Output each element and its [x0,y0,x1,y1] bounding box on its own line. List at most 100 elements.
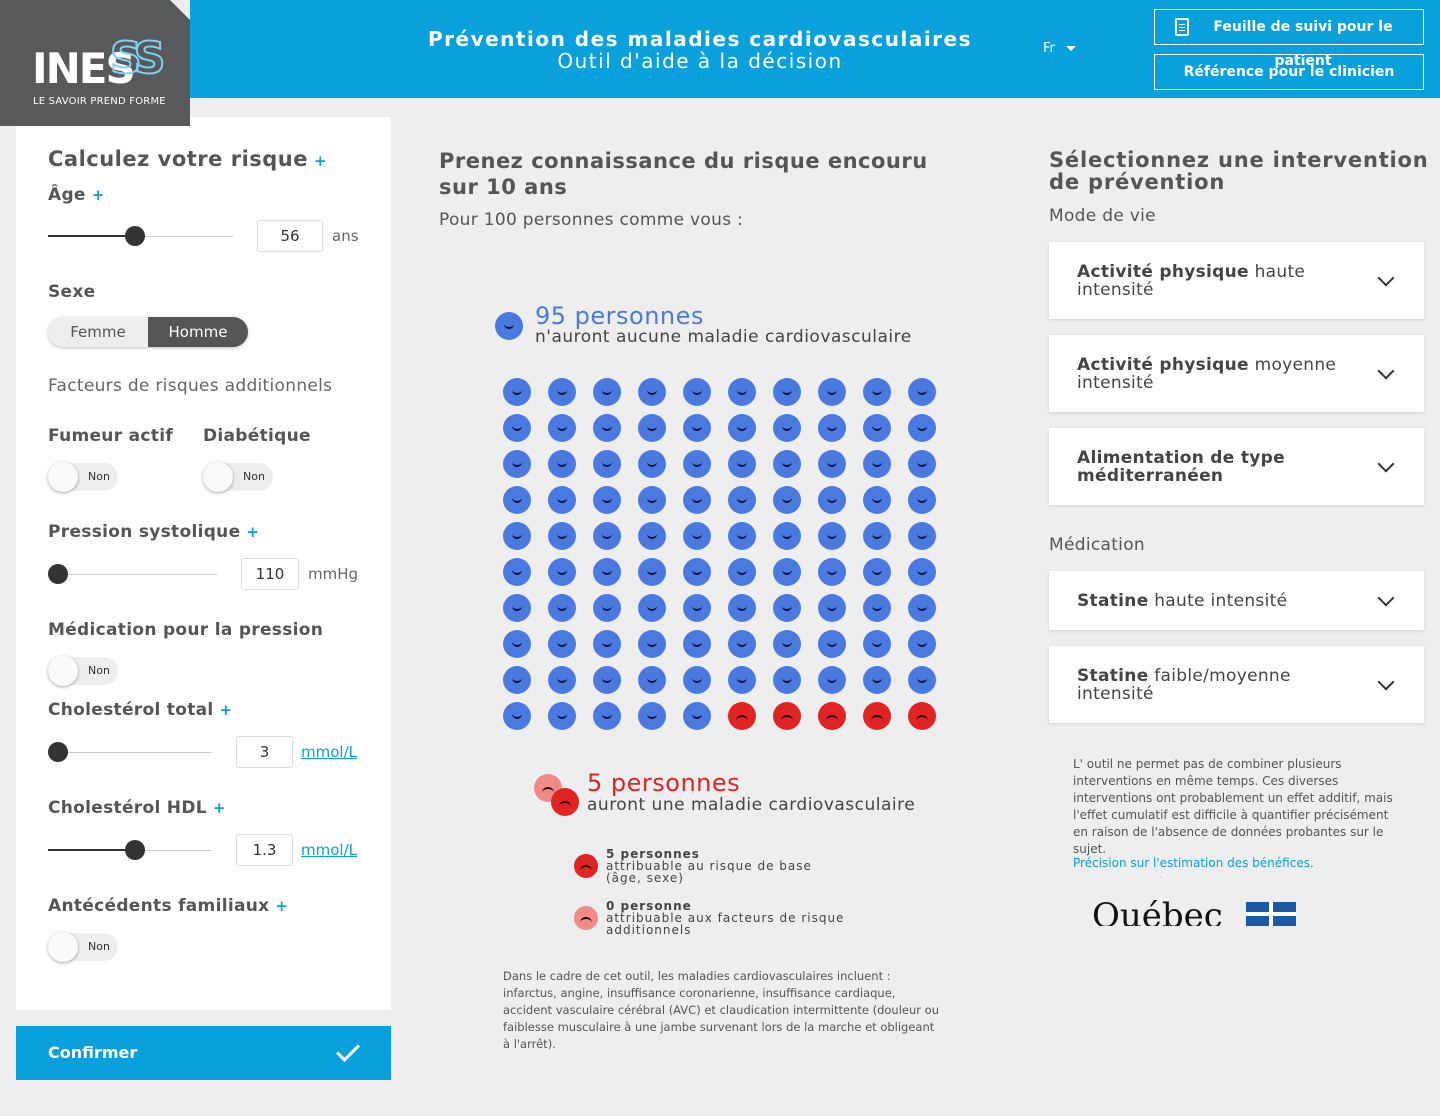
family-history-toggle[interactable]: Non [48,932,118,962]
age-slider-handle[interactable] [125,226,145,246]
person-healthy [818,486,846,514]
logo-ss: SS [109,32,166,85]
info-plus-icon[interactable]: + [246,523,259,541]
intervention-card-high-activity[interactable]: Activité physique haute intensité [1049,242,1424,319]
person-healthy [548,486,576,514]
info-plus-icon[interactable]: + [314,152,327,170]
person-healthy [503,558,531,586]
chevron-down-icon[interactable] [1377,673,1395,691]
person-healthy [503,450,531,478]
info-plus-icon[interactable]: + [220,701,233,719]
family-history-label: Antécédents familiaux + [48,896,289,916]
intervention-label: Activité physique haute intensité [1077,262,1306,300]
person-healthy [593,414,621,442]
chevron-down-icon[interactable] [1377,362,1395,380]
diabetic-toggle[interactable]: Non [203,462,273,492]
person-healthy [638,630,666,658]
logo-tagline: LE SAVOIR PREND FORME [33,96,166,107]
sex-option-homme[interactable]: Homme [148,317,248,347]
intervention-card-high-statin[interactable]: Statine haute intensité [1049,571,1424,630]
person-healthy [908,558,936,586]
total-cholesterol-input[interactable]: 3 [236,736,293,768]
smiley-face-icon [495,312,523,340]
hdl-cholesterol-slider-handle[interactable] [125,840,145,860]
quebec-wordmark: Québec [1092,896,1223,926]
person-healthy [818,414,846,442]
systolic-input[interactable]: 110 [241,558,299,590]
person-healthy [638,666,666,694]
systolic-slider-handle[interactable] [48,564,68,584]
healthy-description: n'auront aucune maladie cardiovasculaire [535,327,912,347]
smoker-label: Fumeur actif [48,426,174,446]
chevron-down-icon[interactable] [1377,589,1395,607]
person-healthy [638,702,666,730]
person-healthy [593,378,621,406]
person-healthy [683,594,711,622]
intervention-label: Statine faible/moyenne intensité [1077,666,1291,704]
intervention-card-moderate-activity[interactable]: Activité physique moyenne intensité [1049,335,1424,412]
person-healthy [728,522,756,550]
person-healthy [908,522,936,550]
quebec-flag-icon [1246,902,1296,926]
hdl-cholesterol-input[interactable]: 1.3 [236,834,293,866]
hdl-cholesterol-unit-link[interactable]: mmol/L [301,841,357,859]
person-healthy [503,666,531,694]
clinician-reference-button[interactable]: Référence pour le clinicien [1154,54,1424,90]
lifestyle-heading: Mode de vie [1049,206,1156,226]
person-healthy [638,522,666,550]
age-input[interactable]: 56 [257,220,323,252]
total-cholesterol-label: Cholestérol total + [48,700,233,720]
diabetic-label: Diabétique [203,426,311,446]
inesss-logo[interactable]: INES SS LE SAVOIR PREND FORME [0,0,190,126]
hdl-cholesterol-slider-fill [48,849,135,851]
person-healthy [503,378,531,406]
bp-medication-toggle[interactable]: Non [48,656,118,686]
age-unit: ans [332,227,359,245]
smoker-toggle[interactable]: Non [48,462,118,492]
age-slider-fill [48,235,135,237]
person-affected [728,702,756,730]
sex-toggle[interactable]: Femme Homme [48,317,248,347]
person-healthy [773,594,801,622]
interventions-title: Sélectionnez une intervention de prévent… [1049,148,1429,194]
sex-option-femme[interactable]: Femme [48,317,148,347]
person-healthy [503,630,531,658]
intervention-card-low-statin[interactable]: Statine faible/moyenne intensité [1049,646,1424,723]
info-plus-icon[interactable]: + [275,897,288,915]
person-healthy [863,666,891,694]
toggle-knob [48,656,78,686]
person-healthy [908,414,936,442]
medication-heading: Médication [1049,535,1145,555]
chevron-down-icon[interactable] [1377,269,1395,287]
person-healthy [683,630,711,658]
systolic-slider-track[interactable] [48,574,217,575]
systolic-label: Pression systolique + [48,522,260,542]
intervention-card-mediterranean-diet[interactable]: Alimentation de type méditerranéen [1049,428,1424,505]
patient-sheet-button[interactable]: Feuille de suivi pour le patient [1154,9,1424,69]
person-healthy [908,630,936,658]
person-healthy [908,666,936,694]
intervention-label: Alimentation de type méditerranéen [1077,448,1285,486]
confirm-button[interactable]: Confirmer [16,1026,391,1080]
info-plus-icon[interactable]: + [92,186,105,204]
benefits-estimate-link[interactable]: Précision sur l'estimation des bénéfices… [1073,856,1314,870]
person-healthy [638,378,666,406]
total-cholesterol-unit-link[interactable]: mmol/L [301,743,357,761]
person-healthy [728,666,756,694]
caret-down-icon[interactable] [1066,46,1076,51]
systolic-unit: mmHg [308,565,359,583]
total-cholesterol-slider-handle[interactable] [48,742,68,762]
person-healthy [773,558,801,586]
person-healthy [548,414,576,442]
chevron-down-icon[interactable] [1377,455,1395,473]
person-healthy [683,702,711,730]
language-selector[interactable]: Fr [1043,41,1055,56]
frown-face-icon [551,788,579,816]
info-plus-icon[interactable]: + [213,799,226,817]
person-healthy [638,558,666,586]
total-cholesterol-slider-track[interactable] [48,752,212,753]
person-healthy [548,630,576,658]
person-healthy [593,558,621,586]
person-healthy [908,450,936,478]
person-healthy [503,414,531,442]
